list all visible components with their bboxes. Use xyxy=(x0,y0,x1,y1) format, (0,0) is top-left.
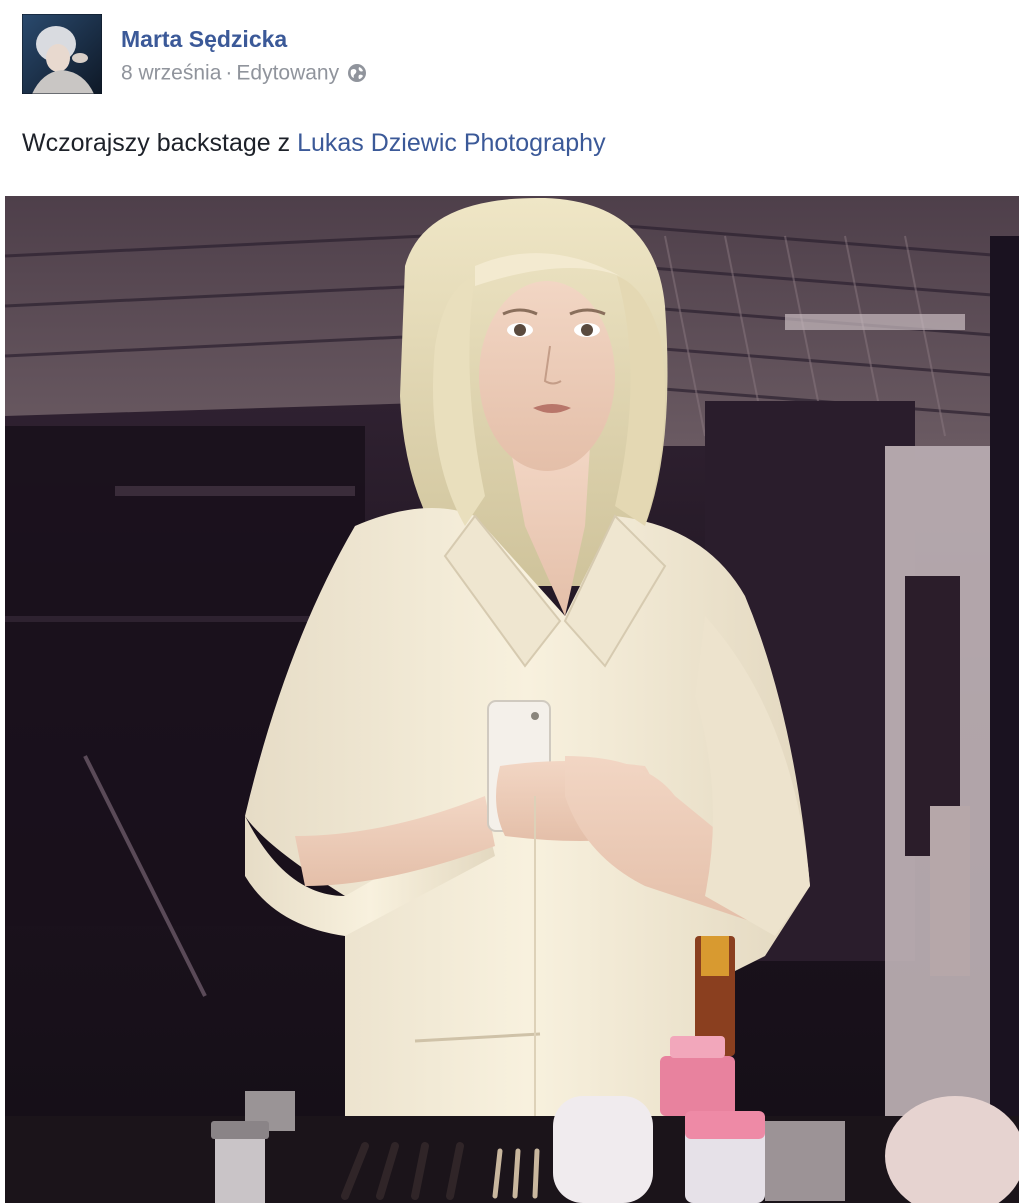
photo-image xyxy=(5,196,1019,1203)
post-date[interactable]: 8 września xyxy=(121,61,221,84)
tagged-page-link[interactable]: Lukas Dziewic Photography xyxy=(297,129,606,157)
caption-text: Wczorajszy backstage z xyxy=(22,129,298,157)
meta-separator: · xyxy=(225,61,233,85)
post-photo[interactable] xyxy=(5,196,1019,1203)
edited-label[interactable]: Edytowany xyxy=(236,61,339,84)
author-name[interactable]: Marta Sędzicka xyxy=(121,26,287,53)
post-caption: Wczorajszy backstage z Lukas Dziewic Pho… xyxy=(22,129,606,158)
author-avatar[interactable] xyxy=(22,14,102,94)
facebook-post: Marta Sędzicka 8 września · Edytowany Wczo… xyxy=(0,0,1024,1203)
avatar-image xyxy=(22,14,102,94)
globe-icon[interactable] xyxy=(347,63,367,83)
post-meta: 8 września · Edytowany xyxy=(121,61,367,85)
